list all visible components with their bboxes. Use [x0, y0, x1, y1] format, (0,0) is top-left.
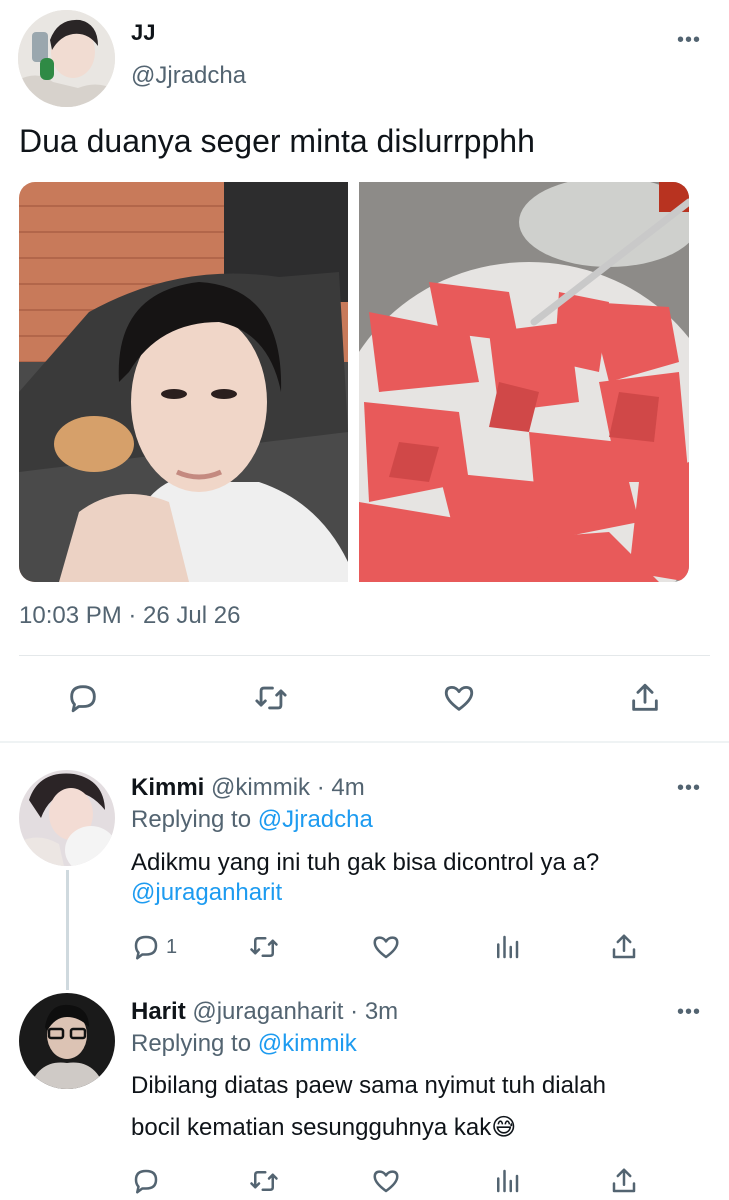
reply-icon[interactable] [66, 681, 100, 715]
like-icon[interactable] [370, 932, 402, 962]
mention-link[interactable]: @juraganharit [131, 879, 282, 907]
reply-avatar-kimmi[interactable] [19, 770, 115, 866]
share-icon[interactable] [609, 1166, 639, 1196]
section-divider [0, 741, 729, 743]
replying-to-link[interactable]: @Jjradcha [258, 806, 373, 833]
replying-prefix: Replying to [131, 1030, 252, 1057]
share-icon[interactable] [628, 681, 662, 715]
retweet-icon[interactable] [248, 932, 280, 962]
selfie-photo[interactable] [19, 182, 348, 582]
watermelon-plate-photo[interactable] [359, 182, 689, 582]
replying-to-line: Replying to @Jjradcha [131, 806, 373, 834]
replying-to-link[interactable]: @kimmik [258, 1030, 357, 1057]
tweet-text: Dua duanya seger minta dislurrpphh [19, 123, 535, 159]
reply-time[interactable]: · 4m [317, 774, 365, 801]
reply-icon[interactable] [131, 1166, 161, 1196]
reply-avatar-harit[interactable] [19, 993, 115, 1089]
more-options-icon[interactable]: ••• [677, 778, 701, 798]
reply-header-kimmi: Kimmi @kimmik · 4m [131, 774, 365, 802]
sweat-smile-emoji: 😅 [491, 1114, 517, 1141]
tweet-timestamp[interactable]: 10:03 PM · 26 Jul 26 [19, 602, 240, 630]
author-avatar[interactable] [18, 10, 115, 107]
reply-count: 1 [166, 936, 178, 958]
replying-prefix: Replying to [131, 806, 252, 833]
more-options-icon[interactable]: ••• [677, 30, 701, 50]
retweet-icon[interactable] [248, 1166, 280, 1196]
more-options-icon[interactable]: ••• [677, 1002, 701, 1022]
share-icon[interactable] [609, 932, 639, 962]
reply-text-line-2: bocil kematian sesungguhnya kak😅 [131, 1113, 516, 1142]
reply-header-harit: Harit @juraganharit · 3m [131, 998, 398, 1026]
author-handle[interactable]: @Jjradcha [131, 62, 246, 90]
reply-text: Adikmu yang ini tuh gak bisa dicontrol y… [131, 849, 600, 876]
like-icon[interactable] [370, 1166, 402, 1196]
reply-author-name[interactable]: Kimmi [131, 774, 204, 801]
thread-line [66, 870, 69, 990]
reply-text-content: bocil kematian sesungguhnya kak [131, 1114, 492, 1141]
author-name[interactable]: JJ [131, 20, 155, 46]
analytics-icon[interactable] [492, 932, 522, 962]
reply-time[interactable]: · 3m [350, 998, 398, 1025]
reply-icon[interactable] [131, 932, 161, 962]
analytics-icon[interactable] [492, 1166, 522, 1196]
reply-author-name[interactable]: Harit [131, 998, 186, 1025]
like-icon[interactable] [441, 681, 477, 715]
reply-author-handle[interactable]: @juraganharit [192, 998, 343, 1025]
reply-text-line-1: Dibilang diatas paew sama nyimut tuh dia… [131, 1072, 606, 1099]
retweet-icon[interactable] [253, 681, 289, 715]
divider [19, 655, 710, 656]
reply-author-handle[interactable]: @kimmik [211, 774, 310, 801]
replying-to-line: Replying to @kimmik [131, 1030, 357, 1058]
